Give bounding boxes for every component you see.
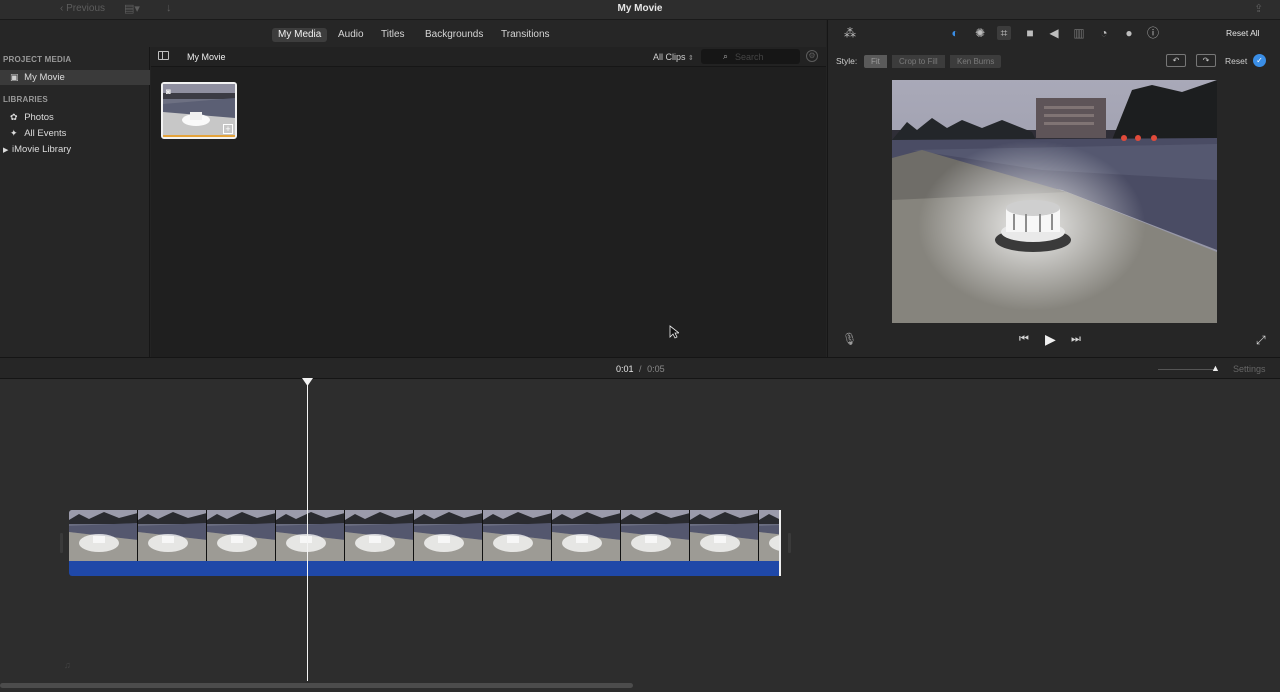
- zoom-slider-thumb[interactable]: ▲: [1211, 363, 1220, 373]
- style-crop-to-fill-button[interactable]: Crop to Fill: [892, 55, 945, 68]
- library-sidebar: [0, 47, 150, 357]
- all-clips-label: All Clips: [653, 52, 686, 62]
- disclosure-triangle-icon: ▶: [3, 147, 9, 154]
- reset-all-button[interactable]: Reset All: [1226, 28, 1260, 38]
- filmstrip-frame: [69, 510, 138, 561]
- gear-icon[interactable]: ⚙: [806, 50, 818, 62]
- sidebar-item-label: All Events: [24, 128, 67, 139]
- volume-icon[interactable]: ◀: [1047, 26, 1061, 40]
- search-field[interactable]: ⌕ Search: [701, 49, 800, 64]
- timeline-scrollbar[interactable]: [0, 683, 633, 688]
- add-clip-icon[interactable]: +: [223, 124, 233, 134]
- filmstrip-frame: [207, 510, 276, 561]
- sidebar-item-my-movie[interactable]: ▣ My Movie: [0, 70, 150, 85]
- filmstrip-frame: [345, 510, 414, 561]
- star-icon: ✦: [10, 128, 18, 138]
- filmstrip-frame: [414, 510, 483, 561]
- play-icon[interactable]: ▶: [1045, 331, 1056, 348]
- preview-image: [892, 80, 1217, 323]
- media-browser: [151, 47, 826, 357]
- crop-icon[interactable]: ⌗: [997, 26, 1011, 40]
- stabilization-icon[interactable]: ■: [1023, 26, 1037, 40]
- tab-audio[interactable]: Audio: [332, 28, 370, 42]
- playhead[interactable]: [307, 381, 308, 681]
- media-clip-thumbnail[interactable]: ◙ +: [161, 82, 237, 139]
- search-icon: ⌕: [723, 51, 729, 61]
- filmstrip-frame: [552, 510, 621, 561]
- apply-checkmark-icon[interactable]: ✓: [1253, 54, 1266, 67]
- window-title: My Movie: [617, 3, 663, 14]
- timeline-clip[interactable]: [69, 510, 781, 576]
- clip-used-bar: [163, 135, 235, 137]
- share-icon[interactable]: ⇪: [1254, 2, 1263, 15]
- total-time: 0:05: [647, 364, 665, 374]
- skip-forward-icon[interactable]: ⏭: [1071, 333, 1081, 346]
- style-label: Style:: [836, 56, 858, 66]
- color-correction-icon[interactable]: ✺: [973, 26, 987, 40]
- sidebar-item-all-events[interactable]: ✦ All Events: [10, 126, 66, 141]
- filmstrip-frame: [690, 510, 759, 561]
- filter-icon[interactable]: ●: [1122, 26, 1136, 40]
- audio-waveform-band: [69, 561, 781, 576]
- imovie-window: ‹ Previous ▤▾ ↓ My Movie ⇪ My Media Audi…: [0, 0, 1280, 692]
- filmstrip-frame: [621, 510, 690, 561]
- color-balance-icon[interactable]: ◐: [948, 26, 962, 40]
- filmstrip-frame: [759, 510, 781, 561]
- speed-icon[interactable]: ◔: [1097, 26, 1111, 40]
- style-fit-button[interactable]: Fit: [864, 55, 887, 68]
- clip-end-handle[interactable]: [788, 533, 791, 553]
- title-bar: ‹ Previous ▤▾ ↓ My Movie ⇪: [0, 0, 1280, 20]
- rotate-right-icon[interactable]: ↷: [1196, 54, 1216, 67]
- fullscreen-icon[interactable]: ⤢: [1256, 333, 1266, 348]
- video-preview: [892, 80, 1217, 323]
- photos-icon: ✿: [10, 112, 18, 122]
- music-note-icon: ♫: [64, 660, 71, 670]
- camera-icon: ◙: [166, 87, 171, 96]
- timeline-settings-button[interactable]: Settings: [1233, 364, 1266, 374]
- libraries-header: LIBRARIES: [3, 95, 48, 104]
- sidebar-toggle-icon[interactable]: [158, 51, 169, 60]
- tab-titles[interactable]: Titles: [375, 28, 411, 42]
- time-separator: /: [639, 364, 642, 374]
- sidebar-item-photos[interactable]: ✿ Photos: [10, 110, 54, 125]
- info-icon[interactable]: ⓘ: [1146, 26, 1160, 40]
- search-placeholder: Search: [735, 52, 764, 62]
- sidebar-item-imovie-library[interactable]: ▶ iMovie Library: [3, 142, 71, 157]
- filmstrip-frame: [138, 510, 207, 561]
- tab-my-media[interactable]: My Media: [272, 28, 328, 42]
- clip-start-handle[interactable]: [60, 533, 63, 553]
- clip-end-marker: [779, 510, 781, 576]
- sidebar-item-label: Photos: [24, 112, 54, 123]
- microphone-icon[interactable]: 🎙: [842, 332, 857, 346]
- wand-icon[interactable]: ⁂: [843, 26, 857, 40]
- style-ken-burns-button[interactable]: Ken Burns: [950, 55, 1002, 68]
- timecode: 0:01 / 0:05: [616, 364, 665, 374]
- skip-back-icon[interactable]: ⏮: [1019, 333, 1029, 346]
- media-tab-bar: [0, 20, 826, 47]
- sidebar-item-label: My Movie: [24, 72, 65, 83]
- reset-button[interactable]: Reset: [1225, 56, 1247, 66]
- filmstrip-frame: [483, 510, 552, 561]
- current-time: 0:01: [616, 364, 634, 374]
- browser-title: My Movie: [187, 52, 226, 62]
- zoom-slider-track[interactable]: [1158, 369, 1216, 370]
- all-clips-select[interactable]: All Clips ⇕: [653, 52, 694, 62]
- filmstrip-frame: [276, 510, 345, 561]
- chevron-updown-icon: ⇕: [688, 55, 694, 62]
- tab-transitions[interactable]: Transitions: [495, 28, 556, 42]
- rotate-left-icon[interactable]: ↶: [1166, 54, 1186, 67]
- sidebar-item-label: iMovie Library: [12, 144, 72, 155]
- mouse-cursor-icon: [669, 325, 679, 339]
- equalizer-icon[interactable]: ▥: [1072, 26, 1086, 40]
- film-icon: ▣: [10, 72, 19, 82]
- project-media-header: PROJECT MEDIA: [3, 55, 72, 64]
- tab-backgrounds[interactable]: Backgrounds: [419, 28, 489, 42]
